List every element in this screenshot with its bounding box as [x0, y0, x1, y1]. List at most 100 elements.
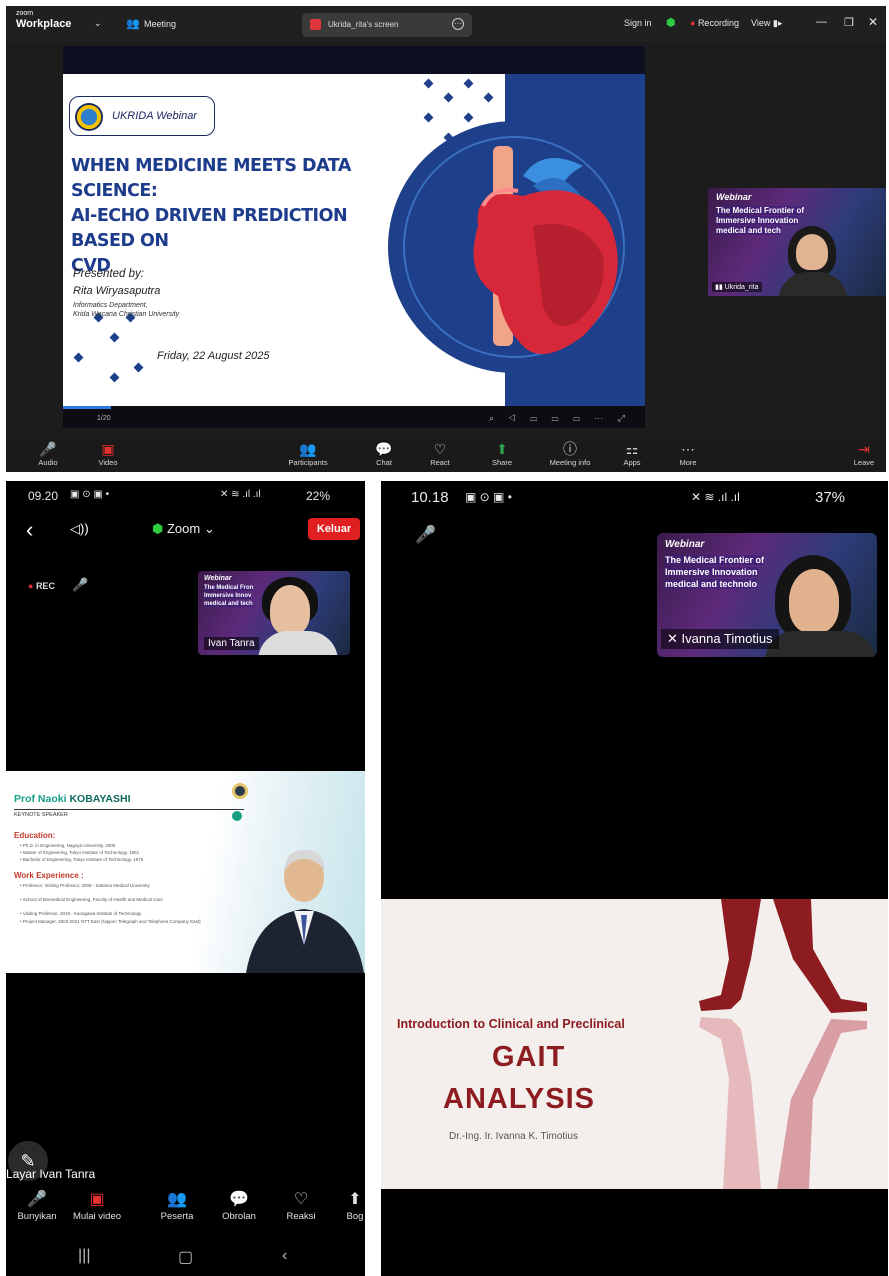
- meeting-toolbar: 🎤 Audio ▣ Video 👥 Participants 💬 Chat ♡ React…: [6, 438, 886, 472]
- home-icon[interactable]: ▢: [178, 1247, 193, 1267]
- chat-icon: 💬: [229, 1191, 249, 1208]
- slide-control-icons[interactable]: ⌕ ◁ ▭ ▭ ▭ ⋯ ⤢: [489, 413, 631, 424]
- participants-label: Participants: [288, 458, 328, 467]
- recording-label: Recording: [697, 18, 739, 28]
- leave-icon: ⇥: [858, 441, 870, 457]
- tab-options-icon[interactable]: ⋯: [452, 18, 464, 30]
- view-button[interactable]: View ▮▸: [751, 18, 782, 29]
- slide-title-line-2: ANALYSIS: [443, 1083, 595, 1115]
- phone-zoom-2: 10.18 ▣ ⊙ ▣ • ✕ ≋ .ıl .ıl 37% 🎤 Webinar …: [381, 481, 888, 1276]
- leave-button[interactable]: ⇥ Leave: [834, 440, 886, 467]
- back-icon[interactable]: ‹: [26, 517, 33, 543]
- participant-video[interactable]: Webinar The Medical Fron Immersive Innov…: [198, 571, 350, 655]
- recording-indicator[interactable]: ● Recording: [690, 18, 739, 28]
- participants-icon: 👥: [167, 1191, 187, 1208]
- mic-muted-icon: 🎤: [39, 441, 57, 457]
- screen-owner-label: Layar Ivan Tanra: [6, 1167, 96, 1181]
- status-time: 10.18: [411, 489, 449, 506]
- shared-slide: Introduction to Clinical and Preclinical…: [381, 899, 888, 1189]
- speaker-icon[interactable]: ◁)): [70, 521, 89, 537]
- participant-video[interactable]: Webinar The Medical Frontier of Immersiv…: [657, 533, 877, 657]
- phone-zoom-1: 09.20 ▣ ⊙ ▣ • ✕ ≋ .ıl .ıl 22% ‹ ◁)) ⬢ Zo…: [6, 481, 365, 1276]
- thumb-line-3: medical and technolo: [665, 579, 758, 589]
- slide-progress-bar[interactable]: [63, 406, 111, 409]
- slide-title-line-1: GAIT: [492, 1041, 566, 1073]
- meeting-label[interactable]: Meeting: [144, 19, 176, 29]
- participant-face: [789, 569, 839, 633]
- status-signal-icons: ✕ ≋ .ıl .ıl: [220, 489, 261, 500]
- share-label: Share: [491, 458, 512, 467]
- video-off-icon: ▣: [101, 441, 115, 457]
- chat-button[interactable]: 💬 Chat: [354, 440, 414, 467]
- share-icon: ⬆: [496, 441, 508, 457]
- chat-button[interactable]: 💬 Obrolan: [204, 1189, 274, 1222]
- logo-big: Workplace: [16, 18, 72, 30]
- participants-button[interactable]: 👥 Participants: [278, 440, 338, 467]
- participant-body: [778, 272, 848, 296]
- slide-subtitle: Introduction to Clinical and Preclinical: [397, 1017, 625, 1031]
- meeting-info-button[interactable]: ⓘ Meeting info: [540, 440, 600, 467]
- education-heading: Education:: [14, 831, 56, 840]
- thumb-line-2: Immersive Innovation: [716, 216, 799, 225]
- education-item: • Ph.D. in Engineering, Nagoya Universit…: [20, 843, 116, 848]
- recent-apps-icon[interactable]: |||: [78, 1247, 90, 1265]
- work-item: • School of Biomedical Engineering, Facu…: [20, 897, 163, 902]
- view-label: View: [751, 18, 771, 28]
- apps-label: Apps: [623, 458, 641, 467]
- leave-button[interactable]: Keluar: [308, 518, 360, 540]
- zoom-info-button[interactable]: ⬢ Zoom ⌄: [152, 521, 215, 537]
- thumb-line-3: medical and tech: [716, 226, 781, 235]
- sign-in-link[interactable]: Sign in: [624, 18, 652, 28]
- work-item: • Project Manager, 2003-2021 NTT East (N…: [20, 919, 201, 924]
- participants-button[interactable]: 👥 Peserta: [142, 1189, 212, 1222]
- thumb-webinar-label: Webinar: [665, 539, 705, 550]
- chevron-down-icon[interactable]: ⌄: [94, 18, 102, 29]
- chat-label: Obrolan: [222, 1211, 256, 1222]
- shield-icon[interactable]: ⬢: [666, 16, 676, 29]
- meeting-icon: 👥: [126, 18, 140, 30]
- start-video-label: Mulai video: [72, 1211, 122, 1222]
- minimize-icon[interactable]: —: [816, 16, 827, 28]
- more-icon: ⋯: [681, 441, 695, 457]
- shared-slide: UKRIDA Webinar WHEN MEDICINE MEETS DATA …: [63, 74, 645, 406]
- more-button[interactable]: ⋯ More: [658, 440, 718, 467]
- share-tab-icon: [310, 19, 321, 30]
- slide-circle-decoration: [232, 783, 248, 799]
- education-item: • Master of Engineering, Tokyo Institute…: [20, 850, 140, 855]
- share-button[interactable]: ⬆ Share: [472, 440, 532, 467]
- leave-label: Leave: [853, 458, 875, 467]
- screen-share-tab[interactable]: Ukrida_rita's screen ⋯: [302, 13, 472, 37]
- back-nav-icon[interactable]: ‹: [282, 1247, 287, 1265]
- react-icon: ♡: [433, 441, 447, 457]
- share-label: Bog: [346, 1211, 364, 1222]
- logo-small: zoom: [16, 10, 34, 17]
- presenter-name: Rita Wiryasaputra: [73, 285, 161, 297]
- react-button[interactable]: ♡ React: [410, 440, 470, 467]
- share-button[interactable]: ⬆ Bog: [320, 1189, 365, 1222]
- video-button[interactable]: ▣ Video: [78, 440, 138, 467]
- slide-circle-decoration: [232, 811, 242, 821]
- title-bar: zoom Workplace ⌄ 👥 Meeting Ukrida_rita's…: [6, 6, 886, 42]
- chat-label: Chat: [376, 458, 392, 467]
- participant-face: [270, 585, 310, 635]
- audio-button[interactable]: 🎤 Audio: [18, 440, 78, 467]
- close-icon[interactable]: ✕: [868, 15, 878, 29]
- info-icon: ⓘ: [563, 441, 577, 457]
- apps-button[interactable]: ⚏ Apps: [602, 440, 662, 467]
- participant-body: [765, 631, 875, 657]
- status-battery: 22%: [306, 489, 331, 503]
- thumb-line-1: The Medical Frontier of: [716, 206, 805, 215]
- start-video-button[interactable]: ▣ Mulai video: [62, 1189, 132, 1222]
- work-item: • Visiting Professor, 2019 - Kanagawa In…: [20, 911, 142, 916]
- restore-icon[interactable]: ❐: [844, 16, 854, 29]
- slide-control-bar: 1/20 ⌕ ◁ ▭ ▭ ▭ ⋯ ⤢: [63, 406, 645, 428]
- shared-slide: Prof Naoki KOBAYASHI KEYNOTE SPEAKER Edu…: [6, 771, 365, 973]
- participant-video[interactable]: Webinar The Medical Frontier of Immersiv…: [708, 188, 886, 296]
- presenter-dept: Informatics Department,: [73, 302, 148, 309]
- participants-label: Peserta: [160, 1211, 194, 1222]
- badge-text: UKRIDA Webinar: [112, 110, 197, 122]
- speaker-role: KEYNOTE SPEAKER: [14, 812, 68, 818]
- title-line-1: WHEN MEDICINE MEETS DATA SCIENCE:: [71, 156, 351, 201]
- presented-by: Presented by:: [73, 268, 144, 280]
- meeting-info-label: Meeting info: [549, 458, 591, 467]
